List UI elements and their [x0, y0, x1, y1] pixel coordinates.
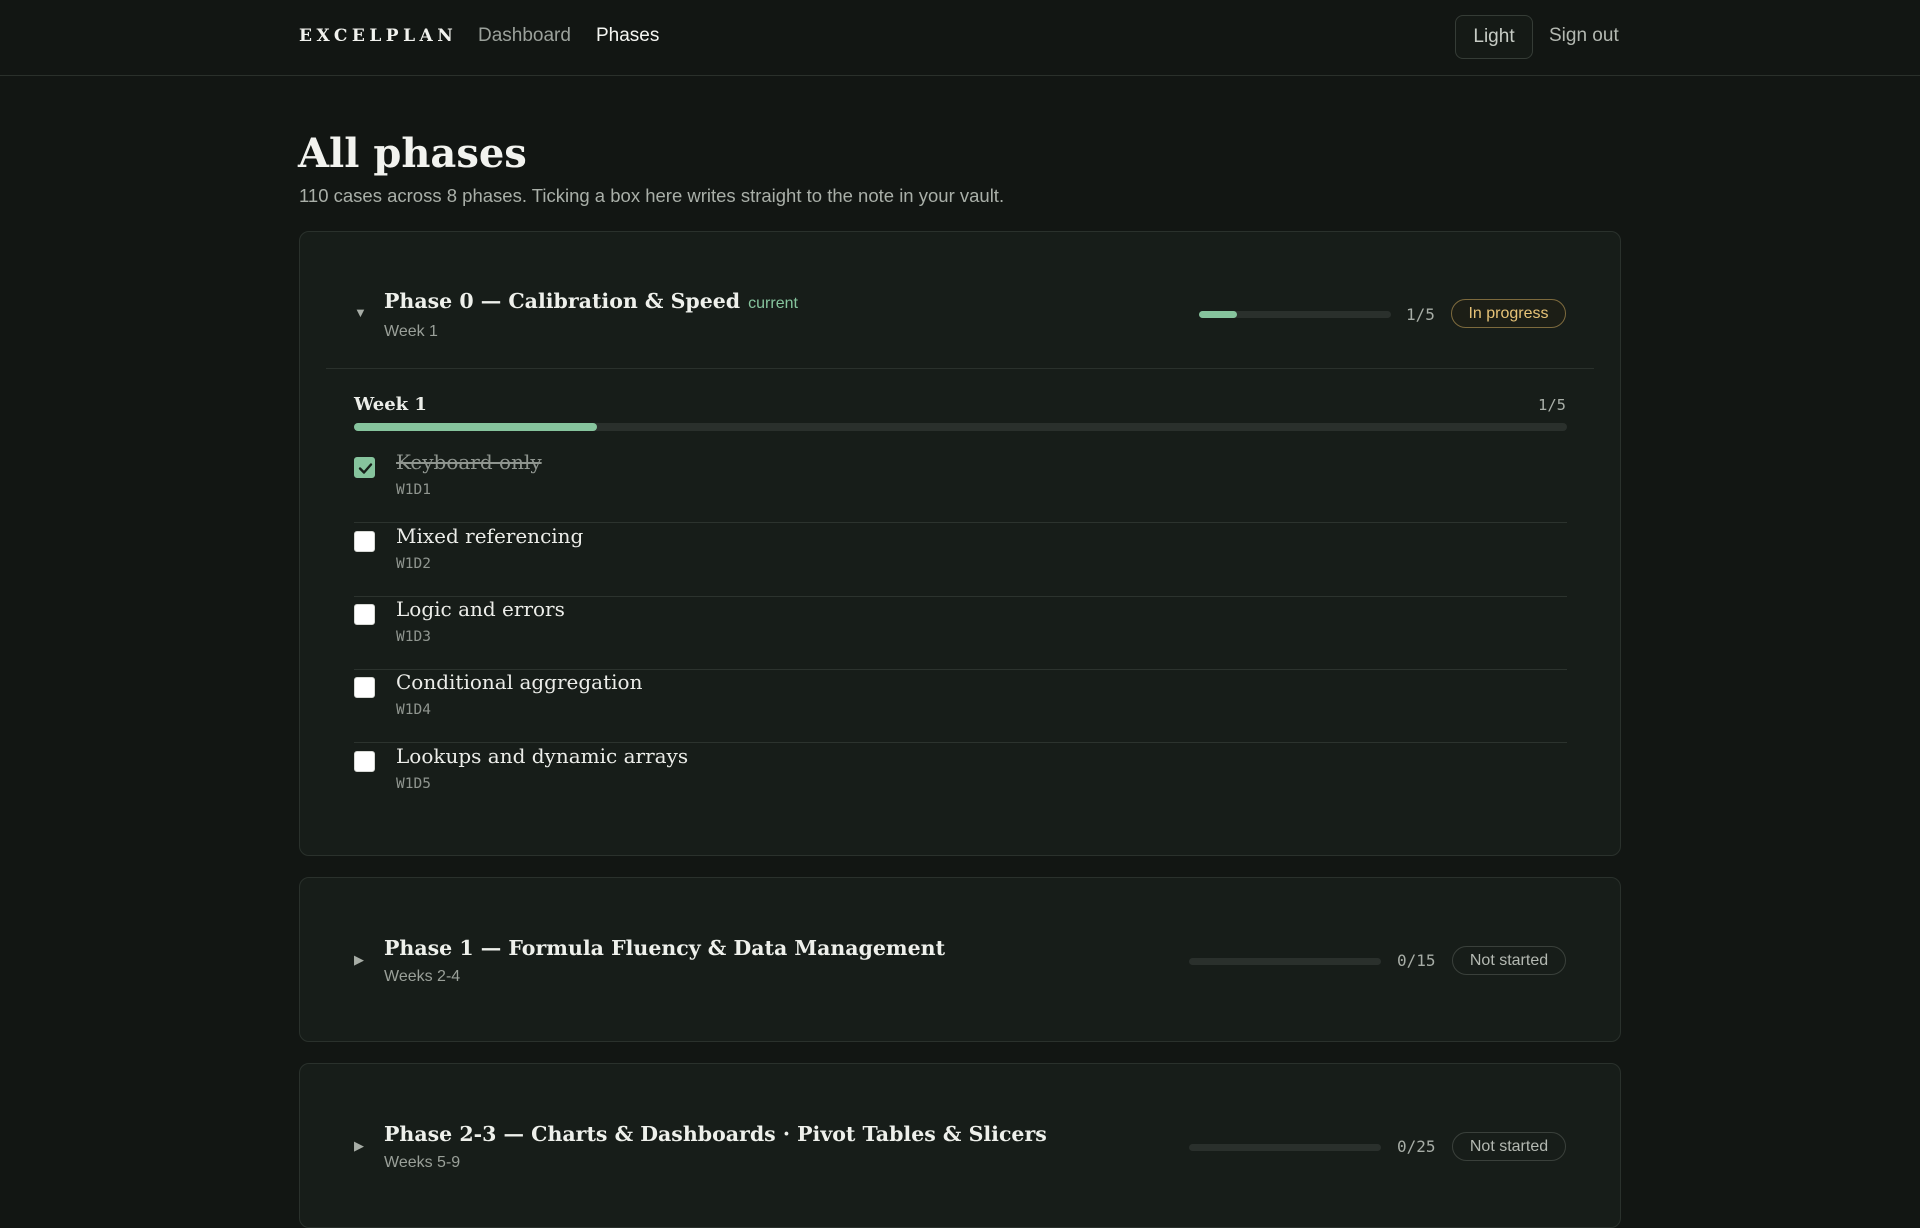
phase-count: 1/5	[1406, 305, 1435, 324]
theme-toggle-button[interactable]: Light	[1455, 15, 1533, 59]
week-progress-fill	[354, 423, 597, 431]
task-code: W1D3	[396, 629, 431, 645]
task-checkbox[interactable]	[354, 677, 375, 698]
task-checkbox[interactable]	[354, 531, 375, 552]
status-badge: Not started	[1452, 946, 1566, 975]
divider	[326, 368, 1594, 369]
task-item: Logic and errors W1D3	[354, 597, 1567, 670]
task-item: Mixed referencing W1D2	[354, 524, 1567, 597]
task-name: Lookups and dynamic arrays	[396, 744, 689, 768]
sign-out-link[interactable]: Sign out	[1549, 25, 1619, 47]
phase-weeks: Week 1	[384, 323, 438, 340]
caret-right-icon[interactable]: ▶	[354, 952, 364, 968]
phase-count: 0/15	[1397, 951, 1436, 970]
phase-weeks: Weeks 2-4	[384, 968, 461, 985]
task-code: W1D2	[396, 556, 431, 572]
status-badge: Not started	[1452, 1132, 1566, 1161]
phase-progress-bar	[1189, 1144, 1381, 1151]
phase-card[interactable]: ▶ Phase 2-3 — Charts & Dashboards · Pivo…	[299, 1063, 1621, 1228]
phase-title: Phase 2-3 — Charts & Dashboards · Pivot …	[384, 1122, 1047, 1146]
caret-right-icon[interactable]: ▶	[354, 1138, 364, 1154]
phase-card[interactable]: ▶ Phase 1 — Formula Fluency & Data Manag…	[299, 877, 1621, 1042]
phase-count: 0/25	[1397, 1137, 1436, 1156]
phase-weeks: Weeks 5-9	[384, 1154, 461, 1171]
brand-logo[interactable]: EXCELPLAN	[299, 26, 457, 46]
task-code: W1D4	[396, 702, 431, 718]
caret-down-icon[interactable]: ▼	[354, 305, 367, 320]
phase-title: Phase 1 — Formula Fluency & Data Managem…	[384, 936, 946, 960]
task-code: W1D5	[396, 776, 431, 792]
page-subtitle: 110 cases across 8 phases. Ticking a box…	[299, 185, 1005, 206]
task-item: Lookups and dynamic arrays W1D5	[354, 744, 1567, 817]
status-badge: In progress	[1451, 299, 1566, 328]
current-tag: current	[748, 295, 798, 312]
task-name: Conditional aggregation	[396, 670, 643, 694]
week-count: 1/5	[1538, 396, 1566, 414]
task-name: Keyboard only	[396, 450, 542, 474]
checkmark-icon	[358, 463, 373, 474]
task-name: Mixed referencing	[396, 524, 584, 548]
task-checkbox[interactable]	[354, 457, 375, 478]
phase-card: ▼ Phase 0 — Calibration & Speed current W…	[299, 231, 1621, 856]
top-nav: EXCELPLAN Dashboard Phases Light Sign ou…	[0, 0, 1920, 76]
task-item: Keyboard only W1D1	[354, 450, 1567, 523]
phase-title-text: Phase 0 — Calibration & Speed	[384, 289, 741, 313]
week-label: Week 1	[354, 394, 427, 415]
nav-link-dashboard[interactable]: Dashboard	[478, 25, 571, 47]
task-checkbox[interactable]	[354, 751, 375, 772]
phase-progress-fill	[1199, 311, 1238, 318]
week-progress-bar	[354, 423, 1567, 431]
phase-progress-bar	[1199, 311, 1391, 318]
nav-link-phases[interactable]: Phases	[596, 25, 659, 47]
task-name: Logic and errors	[396, 597, 565, 621]
phase-progress-bar	[1189, 958, 1381, 965]
task-code: W1D1	[396, 482, 431, 498]
page-title: All phases	[298, 130, 527, 177]
phase-title: Phase 0 — Calibration & Speed current	[384, 289, 798, 313]
task-item: Conditional aggregation W1D4	[354, 670, 1567, 743]
task-checkbox[interactable]	[354, 604, 375, 625]
